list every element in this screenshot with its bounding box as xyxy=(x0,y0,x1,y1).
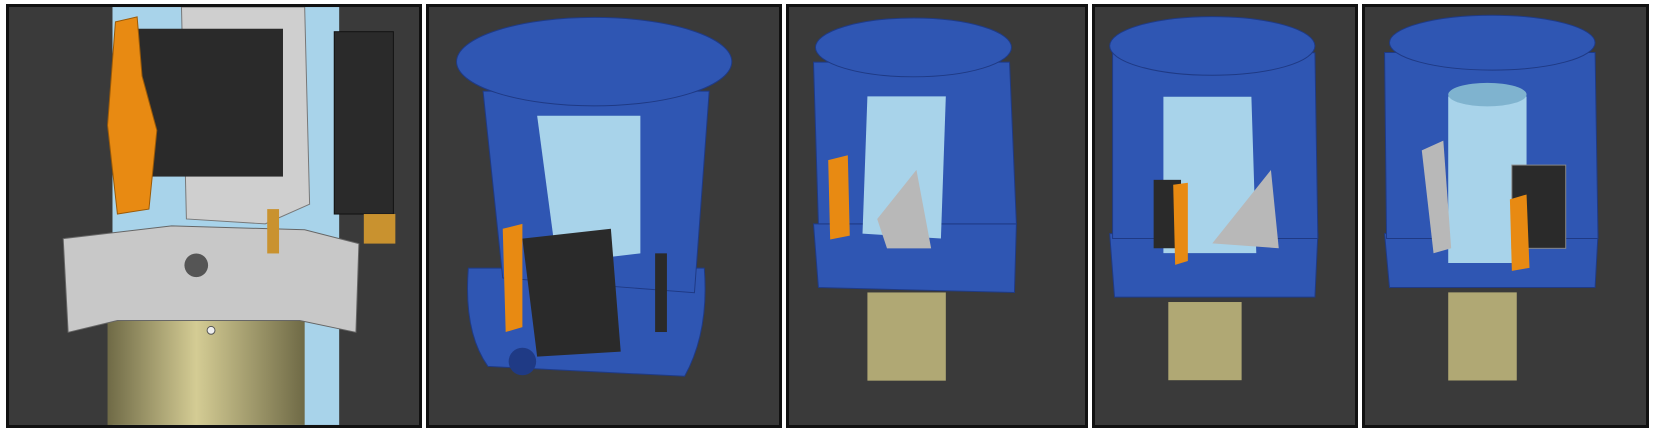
orange-servo-horn xyxy=(1509,194,1530,271)
top-disc xyxy=(1388,14,1596,71)
rear-drawing xyxy=(1384,14,1599,381)
top-disc xyxy=(1109,16,1316,76)
front-drawing xyxy=(812,17,1017,381)
side-drawing xyxy=(1109,16,1319,381)
image-strip xyxy=(0,0,1653,432)
tube-opening xyxy=(1448,82,1527,107)
brass-pin xyxy=(267,209,280,254)
top-disc xyxy=(814,17,1012,78)
brass-connector xyxy=(363,214,396,244)
black-servo-body xyxy=(522,228,621,357)
panel-closeup-view xyxy=(6,4,422,428)
closeup-drawing xyxy=(62,7,396,425)
panel-side-view xyxy=(1092,4,1358,428)
panel-front-view xyxy=(786,4,1088,428)
black-servo-body xyxy=(137,28,283,177)
slot xyxy=(655,253,667,333)
tan-shaft xyxy=(867,292,946,381)
orange-servo-horn xyxy=(828,155,850,240)
base-hole xyxy=(508,347,537,376)
panel-rear-view xyxy=(1362,4,1649,428)
grey-bracket-base xyxy=(62,225,360,333)
center-marker xyxy=(206,325,216,335)
tan-shaft xyxy=(1448,292,1517,381)
tan-shaft xyxy=(107,302,305,425)
orange-servo-horn xyxy=(502,223,523,333)
panel-perspective-view xyxy=(426,4,782,428)
orange-servo-horn xyxy=(1173,182,1188,265)
second-servo xyxy=(333,31,394,215)
perspective-drawing xyxy=(456,16,733,377)
tan-shaft xyxy=(1168,302,1242,381)
top-disc xyxy=(456,16,733,107)
bracket-hole xyxy=(184,253,209,278)
